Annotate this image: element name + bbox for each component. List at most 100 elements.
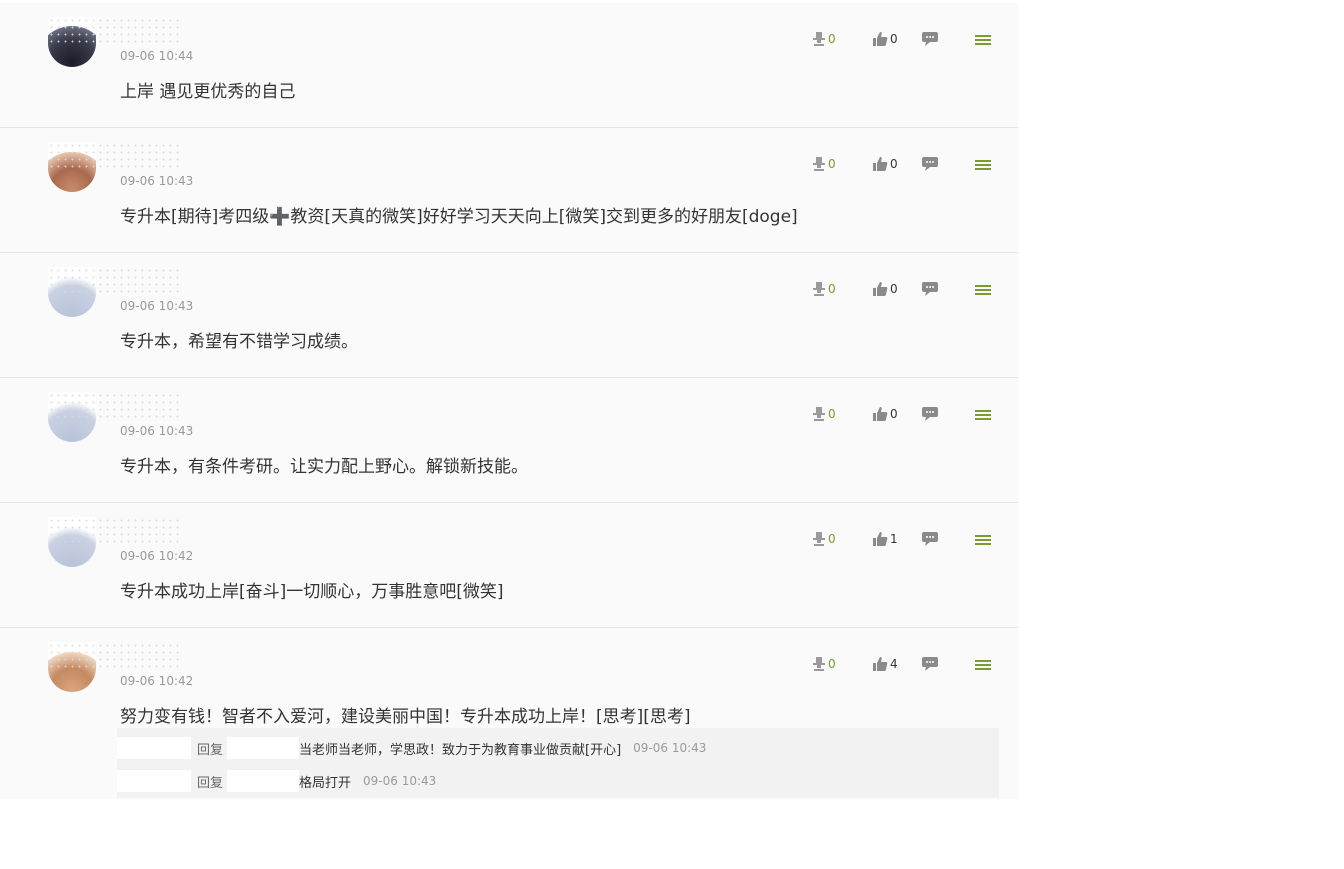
reply-label: 回复 (197, 742, 224, 758)
comment-text: 专升本，希望有不错学习成绩。 (120, 332, 358, 352)
reply-icon (922, 656, 938, 671)
like-button[interactable]: 1 (872, 531, 898, 547)
reply-icon (922, 31, 938, 46)
reply-button[interactable] (922, 531, 938, 546)
thumbs-up-icon (872, 406, 888, 422)
like-button[interactable]: 0 (872, 406, 898, 422)
comment-text: 专升本[期待]考四级➕教资[天真的微笑]好好学习天天向上[微笑]交到更多的好朋友… (120, 207, 798, 227)
reply-time: 09-06 10:43 (363, 774, 437, 788)
reply-thread: 回复 当老师当老师，学思政！致力于为教育事业做贡献[开心] 09-06 10:4… (117, 728, 999, 798)
comment-actions: 0 0 (812, 406, 992, 428)
reply-icon (922, 156, 938, 171)
like-count: 0 (890, 407, 898, 421)
comment-time: 09-06 10:43 (120, 299, 194, 313)
comment-time: 09-06 10:44 (120, 49, 194, 63)
comment-text: 努力变有钱！智者不入爱河，建设美丽中国！专升本成功上岸！[思考][思考] (120, 707, 691, 727)
reply-item: 回复 当老师当老师，学思政！致力于为教育事业做贡献[开心] 09-06 10:4… (117, 733, 999, 763)
reply-label: 回复 (197, 775, 224, 791)
hat-count: 0 (828, 282, 836, 296)
menu-icon (974, 408, 992, 422)
reply-icon (922, 531, 938, 546)
menu-button[interactable] (974, 408, 992, 422)
like-count: 0 (890, 32, 898, 46)
like-count: 1 (890, 532, 898, 546)
comment-time: 09-06 10:43 (120, 424, 194, 438)
reply-text: 当老师当老师，学思政！致力于为教育事业做贡献[开心] (299, 742, 622, 758)
hat-count: 0 (828, 407, 836, 421)
hat-icon (812, 281, 826, 297)
hat-button[interactable]: 0 (812, 156, 836, 172)
comment-item: 09-06 10:44 上岸 遇见更优秀的自己 0 0 (0, 3, 1018, 128)
reply-item: 回复 格局打开 09-06 10:43 (117, 766, 999, 796)
comment-actions: 0 0 (812, 31, 992, 53)
reply-author-masked[interactable] (117, 737, 191, 759)
thumbs-up-icon (872, 281, 888, 297)
hat-icon (812, 31, 826, 47)
reply-target-masked[interactable] (227, 770, 300, 792)
reply-icon (922, 406, 938, 421)
comment-time: 09-06 10:43 (120, 174, 194, 188)
comment-item: 09-06 10:43 专升本[期待]考四级➕教资[天真的微笑]好好学习天天向上… (0, 128, 1018, 253)
hat-icon (812, 531, 826, 547)
hat-count: 0 (828, 532, 836, 546)
hat-button[interactable]: 0 (812, 531, 836, 547)
comment-time: 09-06 10:42 (120, 549, 194, 563)
like-button[interactable]: 4 (872, 656, 898, 672)
menu-icon (974, 658, 992, 672)
like-count: 0 (890, 282, 898, 296)
reply-button[interactable] (922, 656, 938, 671)
menu-button[interactable] (974, 533, 992, 547)
comment-actions: 0 0 (812, 281, 992, 303)
reply-target-masked[interactable] (227, 737, 300, 759)
comment-actions: 0 4 (812, 656, 992, 678)
menu-button[interactable] (974, 158, 992, 172)
reply-icon (922, 281, 938, 296)
thumbs-up-icon (872, 31, 888, 47)
reply-author-masked[interactable] (117, 770, 191, 792)
like-button[interactable]: 0 (872, 281, 898, 297)
reply-button[interactable] (922, 156, 938, 171)
thumbs-up-icon (872, 531, 888, 547)
hat-count: 0 (828, 32, 836, 46)
comment-time: 09-06 10:42 (120, 674, 194, 688)
menu-icon (974, 533, 992, 547)
menu-button[interactable] (974, 658, 992, 672)
menu-icon (974, 33, 992, 47)
like-count: 4 (890, 657, 898, 671)
comment-list: 09-06 10:44 上岸 遇见更优秀的自己 0 0 09-06 10:43 … (0, 3, 1018, 799)
hat-icon (812, 156, 826, 172)
username-masked[interactable] (48, 267, 180, 293)
reply-button[interactable] (922, 281, 938, 296)
hat-icon (812, 656, 826, 672)
hat-button[interactable]: 0 (812, 31, 836, 47)
hat-button[interactable]: 0 (812, 281, 836, 297)
hat-button[interactable]: 0 (812, 656, 836, 672)
comment-actions: 0 1 (812, 531, 992, 553)
comment-actions: 0 0 (812, 156, 992, 178)
comment-text: 专升本成功上岸[奋斗]一切顺心，万事胜意吧[微笑] (120, 582, 504, 602)
like-button[interactable]: 0 (872, 31, 898, 47)
comment-text: 上岸 遇见更优秀的自己 (120, 82, 296, 102)
username-masked[interactable] (48, 392, 180, 418)
menu-icon (974, 283, 992, 297)
username-masked[interactable] (48, 142, 180, 168)
comment-item: 09-06 10:43 专升本，有条件考研。让实力配上野心。解锁新技能。 0 0 (0, 378, 1018, 503)
reply-button[interactable] (922, 31, 938, 46)
reply-text: 格局打开 (299, 775, 352, 791)
thumbs-up-icon (872, 656, 888, 672)
hat-icon (812, 406, 826, 422)
hat-count: 0 (828, 657, 836, 671)
username-masked[interactable] (48, 517, 180, 543)
hat-count: 0 (828, 157, 836, 171)
comment-item: 09-06 10:42 专升本成功上岸[奋斗]一切顺心，万事胜意吧[微笑] 0 … (0, 503, 1018, 628)
username-masked[interactable] (48, 17, 180, 43)
thumbs-up-icon (872, 156, 888, 172)
username-masked[interactable] (48, 642, 180, 668)
menu-button[interactable] (974, 283, 992, 297)
like-button[interactable]: 0 (872, 156, 898, 172)
menu-icon (974, 158, 992, 172)
reply-button[interactable] (922, 406, 938, 421)
reply-time: 09-06 10:43 (633, 741, 707, 755)
hat-button[interactable]: 0 (812, 406, 836, 422)
menu-button[interactable] (974, 33, 992, 47)
